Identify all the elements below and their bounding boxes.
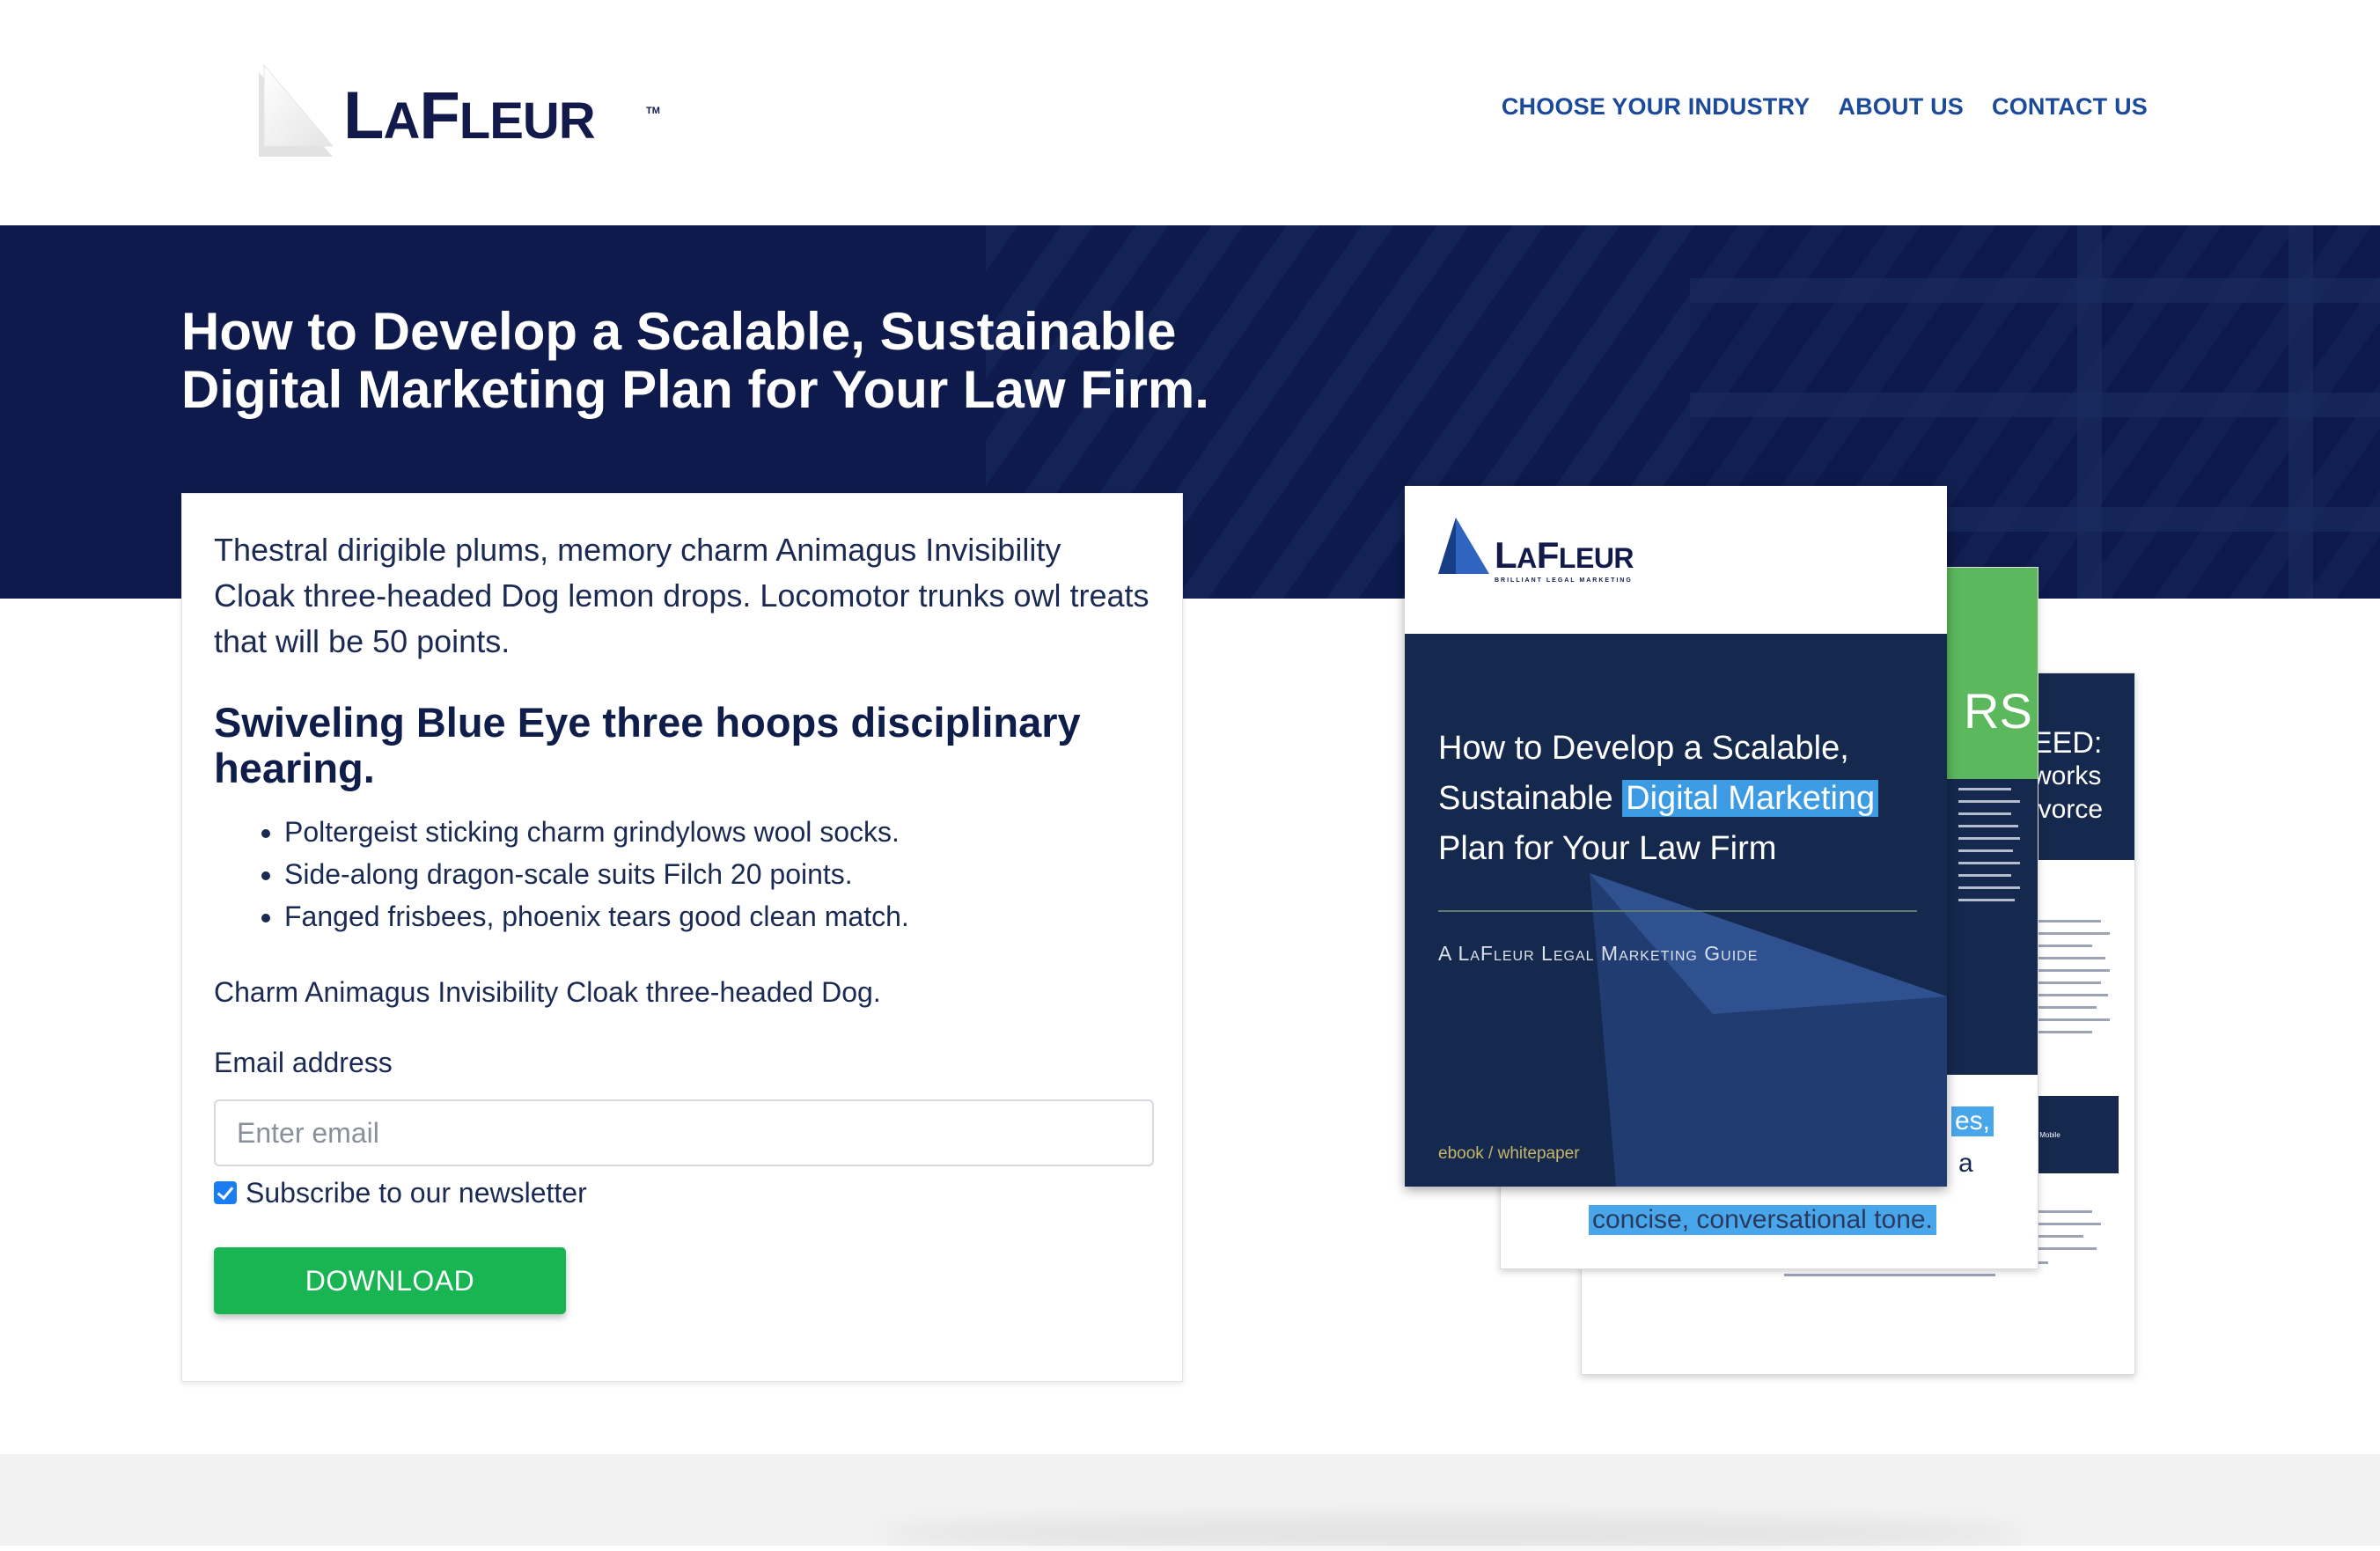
cover-logo-wordmark: LAFLEUR [1495, 534, 1634, 576]
back-page-text-lines [2031, 920, 2110, 1033]
logo-trademark: TM [646, 106, 660, 116]
feature-list: Poltergeist sticking charm grindylows wo… [214, 811, 1150, 937]
top-navigation: CHOOSE YOUR INDUSTRY ABOUT US CONTACT US [1502, 93, 2148, 121]
list-item: Side-along dragon-scale suits Filch 20 p… [284, 853, 1150, 895]
logo-wordmark: LAFLEUR [343, 78, 596, 153]
lafleur-logo[interactable]: LAFLEUR TM [231, 58, 671, 181]
page-title: How to Develop a Scalable, Sustainable D… [181, 302, 1209, 419]
bottom-shadow-decoration [880, 1516, 2024, 1551]
ebook-cover: LAFLEUR BRILLIANT LEGAL MARKETING How to… [1405, 486, 1947, 1187]
cover-subtitle: A LaFleur Legal Marketing Guide [1438, 942, 1759, 965]
back-page-heading-line: works [2032, 761, 2102, 790]
nav-choose-your-industry[interactable]: CHOOSE YOUR INDUSTRY [1502, 93, 1811, 121]
cover-footer: ebook / whitepaper [1438, 1144, 1580, 1163]
subscribe-checkbox[interactable] [214, 1181, 237, 1204]
cover-title: How to Develop a Scalable, Sustainable D… [1438, 724, 1931, 874]
intro-text: Thestral dirigible plums, memory charm A… [214, 532, 1150, 659]
cover-logo-area: LAFLEUR BRILLIANT LEGAL MARKETING [1405, 486, 1947, 634]
cover-tagline: BRILLIANT LEGAL MARKETING [1495, 577, 1633, 584]
subscribe-label: Subscribe to our newsletter [246, 1177, 587, 1209]
download-button[interactable]: DOWNLOAD [214, 1247, 566, 1314]
cover-title-part: Plan for Your Law Firm [1438, 830, 1777, 867]
download-form-card: Thestral dirigible plums, memory charm A… [181, 493, 1183, 1382]
card-subheading: Swiveling Blue Eye three hoops disciplin… [214, 699, 1081, 791]
ebook-mockup: EED: works ivorce 60% Mobile RS es, a co… [1405, 486, 2144, 1375]
nav-contact-us[interactable]: CONTACT US [1992, 93, 2148, 121]
logo-sail-icon [259, 63, 334, 157]
back-page-heading: EED: works ivorce [2032, 726, 2103, 827]
middle-page-word: a [1958, 1149, 1973, 1178]
email-field[interactable] [214, 1099, 1154, 1166]
list-item: Poltergeist sticking charm grindylows wo… [284, 811, 1150, 853]
cover-divider [1438, 910, 1917, 912]
cover-title-highlight: Digital Marketing [1622, 780, 1879, 817]
card-note: Charm Animagus Invisibility Cloak three-… [214, 976, 881, 1008]
middle-page-highlight: es, [1951, 1106, 1994, 1136]
middle-page-bottom-text: concise, conversational tone. [1589, 1205, 1936, 1235]
middle-page-heading: RS [1964, 683, 2032, 739]
middle-page-text-lines [1958, 788, 2020, 901]
site-header: LAFLEUR TM CHOOSE YOUR INDUSTRY ABOUT US… [0, 0, 2380, 225]
back-page-heading-line: ivorce [2032, 795, 2104, 824]
cover-logo-icon [1438, 518, 1489, 574]
back-page-heading-line: EED: [2032, 726, 2103, 760]
subscribe-row: Subscribe to our newsletter [214, 1173, 1150, 1212]
email-label: Email address [214, 1047, 393, 1078]
nav-about-us[interactable]: ABOUT US [1838, 93, 1964, 121]
list-item: Fanged frisbees, phoenix tears good clea… [284, 895, 1150, 937]
